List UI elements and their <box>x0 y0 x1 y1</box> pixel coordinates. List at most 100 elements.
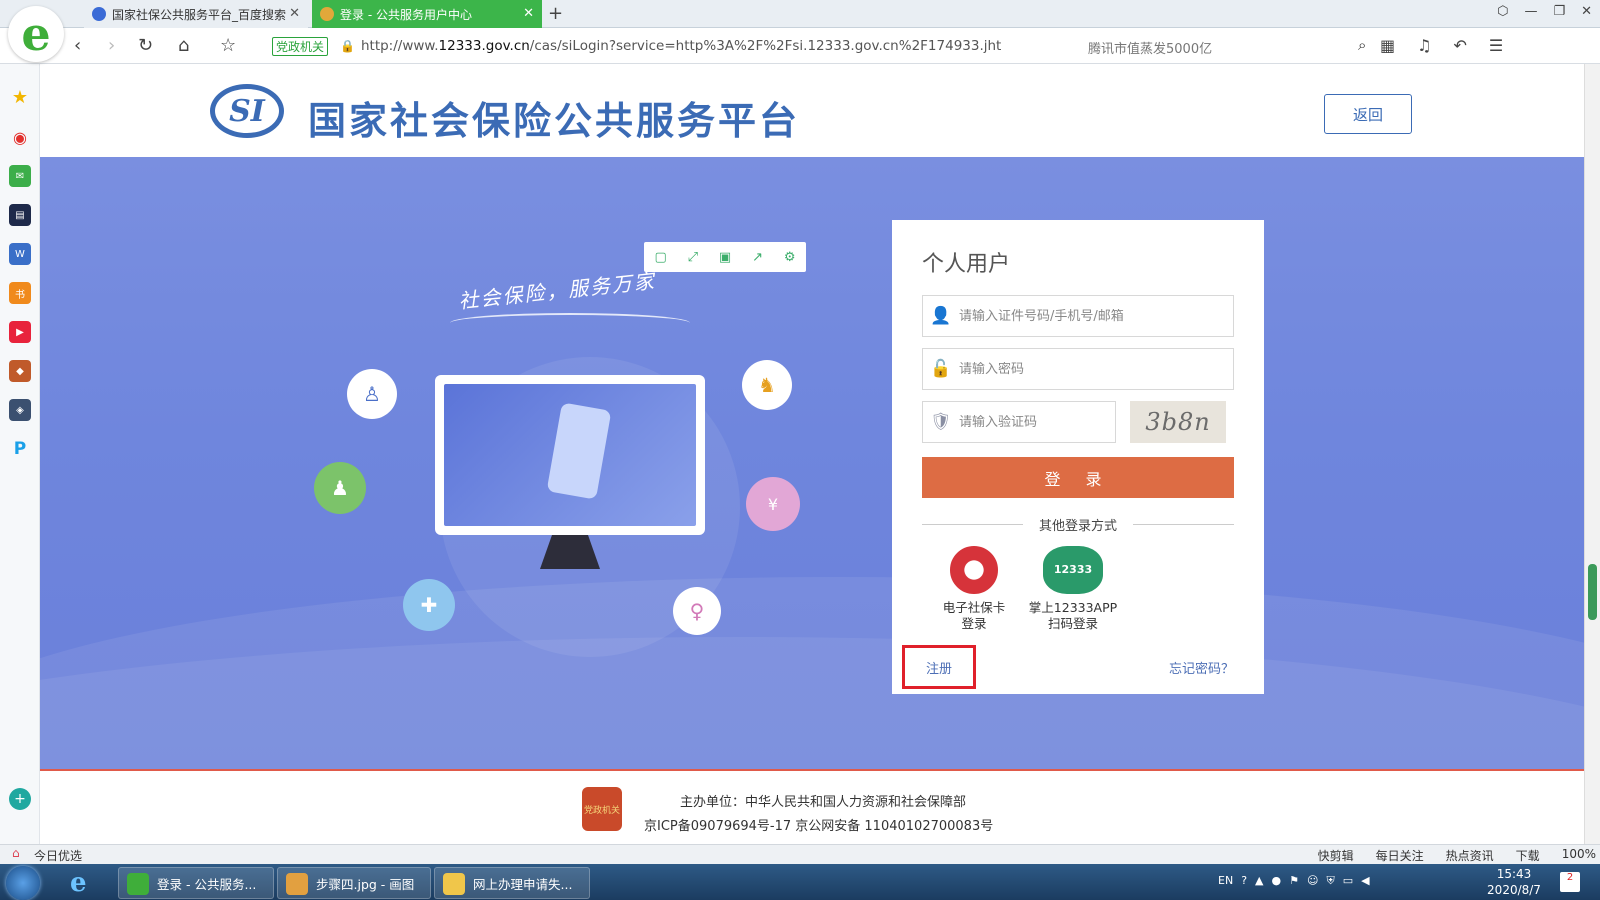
ie-icon[interactable]: e <box>70 868 87 898</box>
today-pick[interactable]: 今日优选 <box>34 847 82 864</box>
network-icon[interactable]: ▭ <box>1343 874 1353 888</box>
shield-icon: 🛡 <box>930 412 952 432</box>
mail-icon[interactable]: ✉ <box>9 165 31 187</box>
security-icon[interactable]: ⛨ <box>1326 874 1334 888</box>
money-bag-icon: ¥ <box>746 477 800 531</box>
word-icon[interactable]: W <box>9 243 31 265</box>
add-icon[interactable]: + <box>9 788 31 810</box>
medical-icon: ✚ <box>403 579 455 631</box>
save-icon[interactable]: ▣ <box>719 250 731 265</box>
si-logo: SI <box>210 84 284 138</box>
face-icon[interactable]: ☺ <box>1307 874 1318 888</box>
lang-indicator[interactable]: EN <box>1218 874 1233 888</box>
user-icon: 👤 <box>930 306 952 326</box>
phone-illustration <box>546 402 612 500</box>
address-toolbar: ‹ › ↻ ⌂ ☆ 党政机关 🔒 http://www.12333.gov.cn… <box>0 28 1600 64</box>
novel-icon[interactable]: 书 <box>9 282 31 304</box>
social-card-login[interactable]: 电子社保卡 登录 <box>919 546 1029 632</box>
minimize-icon[interactable]: — <box>1524 4 1537 19</box>
windows-taskbar: e 登录 - 公共服务... 步骤四.jpg - 画图 网上办理申请失... E… <box>0 864 1600 900</box>
share-icon[interactable]: ↗ <box>752 250 763 265</box>
zoom-level[interactable]: 100% <box>1562 847 1596 864</box>
elderly-icon: ♙ <box>347 369 397 419</box>
url-text: http://www.12333.gov.cn/cas/siLogin?serv… <box>360 38 1002 54</box>
paint-icon <box>286 873 308 895</box>
close-icon[interactable]: ✕ <box>523 6 534 21</box>
captcha-input[interactable] <box>959 414 1109 430</box>
browser-tab-bar: 国家社保公共服务平台_百度搜索 ✕ 登录 - 公共服务用户中心 ✕ + ⬡ — … <box>0 0 1600 28</box>
search-icon[interactable]: ⌕ <box>1358 36 1366 54</box>
settings-icon[interactable]: ⚙ <box>784 250 796 265</box>
back-button[interactable]: 返回 <box>1324 94 1412 134</box>
start-button[interactable] <box>6 866 40 900</box>
slogan-underline <box>450 313 690 333</box>
daily-focus[interactable]: 每日关注 <box>1376 847 1424 864</box>
apps-icon[interactable]: ▦ <box>1380 36 1395 55</box>
hot-news[interactable]: 热点资讯 <box>1446 847 1494 864</box>
download[interactable]: 下载 <box>1516 847 1540 864</box>
volume-icon[interactable]: ◀ <box>1361 874 1369 888</box>
search-hint[interactable]: 腾讯市值蒸发5000亿 <box>1088 38 1212 57</box>
close-icon[interactable]: ✕ <box>289 6 300 21</box>
register-link[interactable]: 注册 <box>902 645 976 689</box>
refresh-icon[interactable]: ↻ <box>138 35 153 56</box>
taskbar-browser[interactable]: 登录 - 公共服务... <box>118 867 274 899</box>
scrollbar-thumb[interactable] <box>1588 564 1597 620</box>
gift-icon: ⌂ <box>12 846 20 860</box>
app-scan-login[interactable]: 12333 掌上12333APP 扫码登录 <box>1018 546 1128 632</box>
new-tab-icon[interactable]: + <box>548 3 563 24</box>
tray-app-icon[interactable]: ● <box>1272 874 1282 888</box>
expand-icon[interactable]: ⤢ <box>688 250 698 265</box>
id-input[interactable] <box>959 308 1219 324</box>
address-bar[interactable]: 党政机关 🔒 http://www.12333.gov.cn/cas/siLog… <box>272 33 1060 59</box>
menu-icon[interactable]: ☰ <box>1489 36 1503 55</box>
alt2-line2: 扫码登录 <box>1047 616 1098 631</box>
undo-icon[interactable]: ↶ <box>1453 36 1466 55</box>
help-icon[interactable]: ? <box>1241 874 1247 888</box>
home-icon[interactable]: ⌂ <box>178 35 189 56</box>
headphones-icon[interactable]: ♫ <box>1417 36 1431 55</box>
forward-icon[interactable]: › <box>108 35 115 56</box>
skin-icon[interactable]: ⬡ <box>1497 4 1508 19</box>
taskbar-label: 步骤四.jpg - 画图 <box>316 876 415 892</box>
favorites-icon[interactable]: ★ <box>9 86 31 108</box>
back-icon[interactable]: ‹ <box>74 35 81 56</box>
password-input[interactable] <box>959 361 1219 377</box>
tab-baidu-search[interactable]: 国家社保公共服务平台_百度搜索 ✕ <box>84 0 308 28</box>
vertical-scrollbar[interactable] <box>1584 64 1600 844</box>
login-button[interactable]: 登 录 <box>922 457 1234 498</box>
gov-emblem[interactable]: 党政机关 <box>582 787 622 831</box>
id-field: 👤 <box>922 295 1234 337</box>
browser-logo-icon[interactable]: e <box>8 6 64 62</box>
favorite-star-icon[interactable]: ☆ <box>220 35 236 56</box>
restore-icon[interactable]: ❐ <box>1553 4 1565 19</box>
taskbar-paint[interactable]: 步骤四.jpg - 画图 <box>277 867 431 899</box>
site-title: 国家社会保险公共服务平台 <box>308 99 801 143</box>
tray-arrow-icon[interactable]: ▲ <box>1255 874 1263 888</box>
other-login-divider: 其他登录方式 <box>922 514 1235 534</box>
divider-line <box>1133 523 1235 525</box>
maternity-icon: ♀ <box>673 587 721 635</box>
notification-badge[interactable]: 2 <box>1560 872 1580 892</box>
app2-icon[interactable]: ◈ <box>9 399 31 421</box>
password-field: 🔓 <box>922 348 1234 390</box>
copy-icon[interactable]: ▢ <box>654 250 666 265</box>
lock-icon: 🔓 <box>930 359 952 379</box>
flag-icon[interactable]: ⚑ <box>1289 874 1299 888</box>
news-icon[interactable]: ▤ <box>9 204 31 226</box>
baidu-paw-icon <box>92 7 106 21</box>
p-icon[interactable]: P <box>9 438 31 460</box>
game-icon[interactable]: ▶ <box>9 321 31 343</box>
insecure-icon: 🔒 <box>340 39 355 53</box>
clock[interactable]: 15:43 2020/8/7 <box>1478 866 1550 898</box>
taskbar-label: 登录 - 公共服务... <box>157 876 257 892</box>
quick-edit[interactable]: 快剪辑 <box>1318 847 1354 864</box>
tab-login[interactable]: 登录 - 公共服务用户中心 ✕ <box>312 0 542 28</box>
taskbar-folder[interactable]: 网上办理申请失... <box>434 867 590 899</box>
app-icon[interactable]: ◆ <box>9 360 31 382</box>
forgot-password-link[interactable]: 忘记密码？ <box>1169 658 1234 677</box>
app-12333-icon: 12333 <box>1043 546 1103 594</box>
close-window-icon[interactable]: ✕ <box>1581 4 1592 19</box>
weibo-icon[interactable]: ◉ <box>9 126 31 148</box>
captcha-image[interactable]: 3b8n <box>1130 401 1226 443</box>
